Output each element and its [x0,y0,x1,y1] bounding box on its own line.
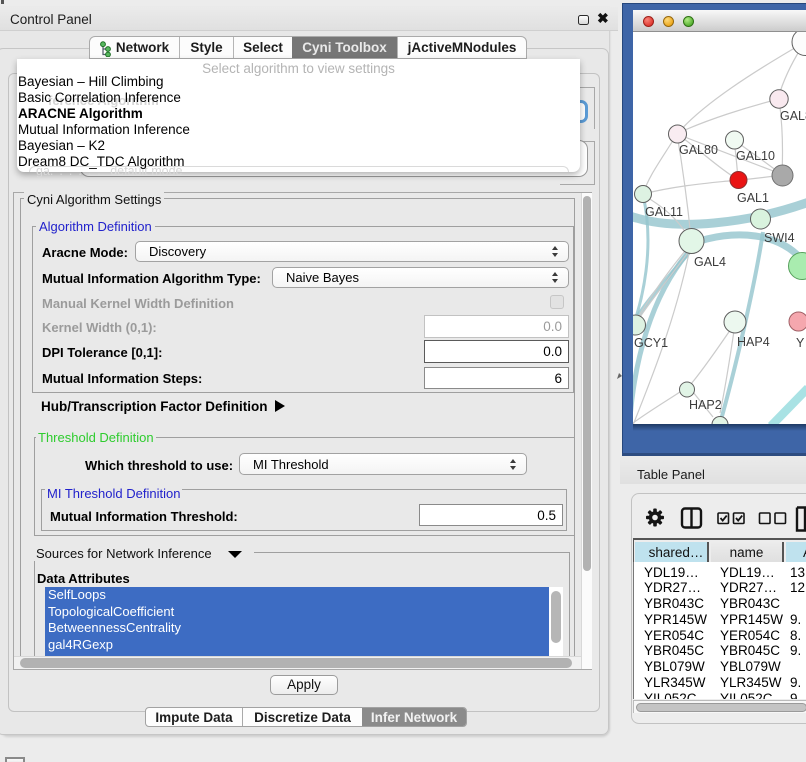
svg-text:Y: Y [796,336,805,350]
svg-text:GAL8: GAL8 [780,109,806,123]
svg-text:GAL10: GAL10 [736,149,775,163]
svg-text:GAL11: GAL11 [645,205,683,219]
svg-text:HAP4: HAP4 [737,335,770,349]
svg-text:GCY1: GCY1 [634,336,668,350]
svg-text:GAL80: GAL80 [679,143,718,157]
svg-text:HAP2: HAP2 [689,398,722,412]
svg-text:SWI4: SWI4 [764,231,795,245]
svg-text:GAL1: GAL1 [737,191,769,205]
svg-text:GAL4: GAL4 [694,255,726,269]
